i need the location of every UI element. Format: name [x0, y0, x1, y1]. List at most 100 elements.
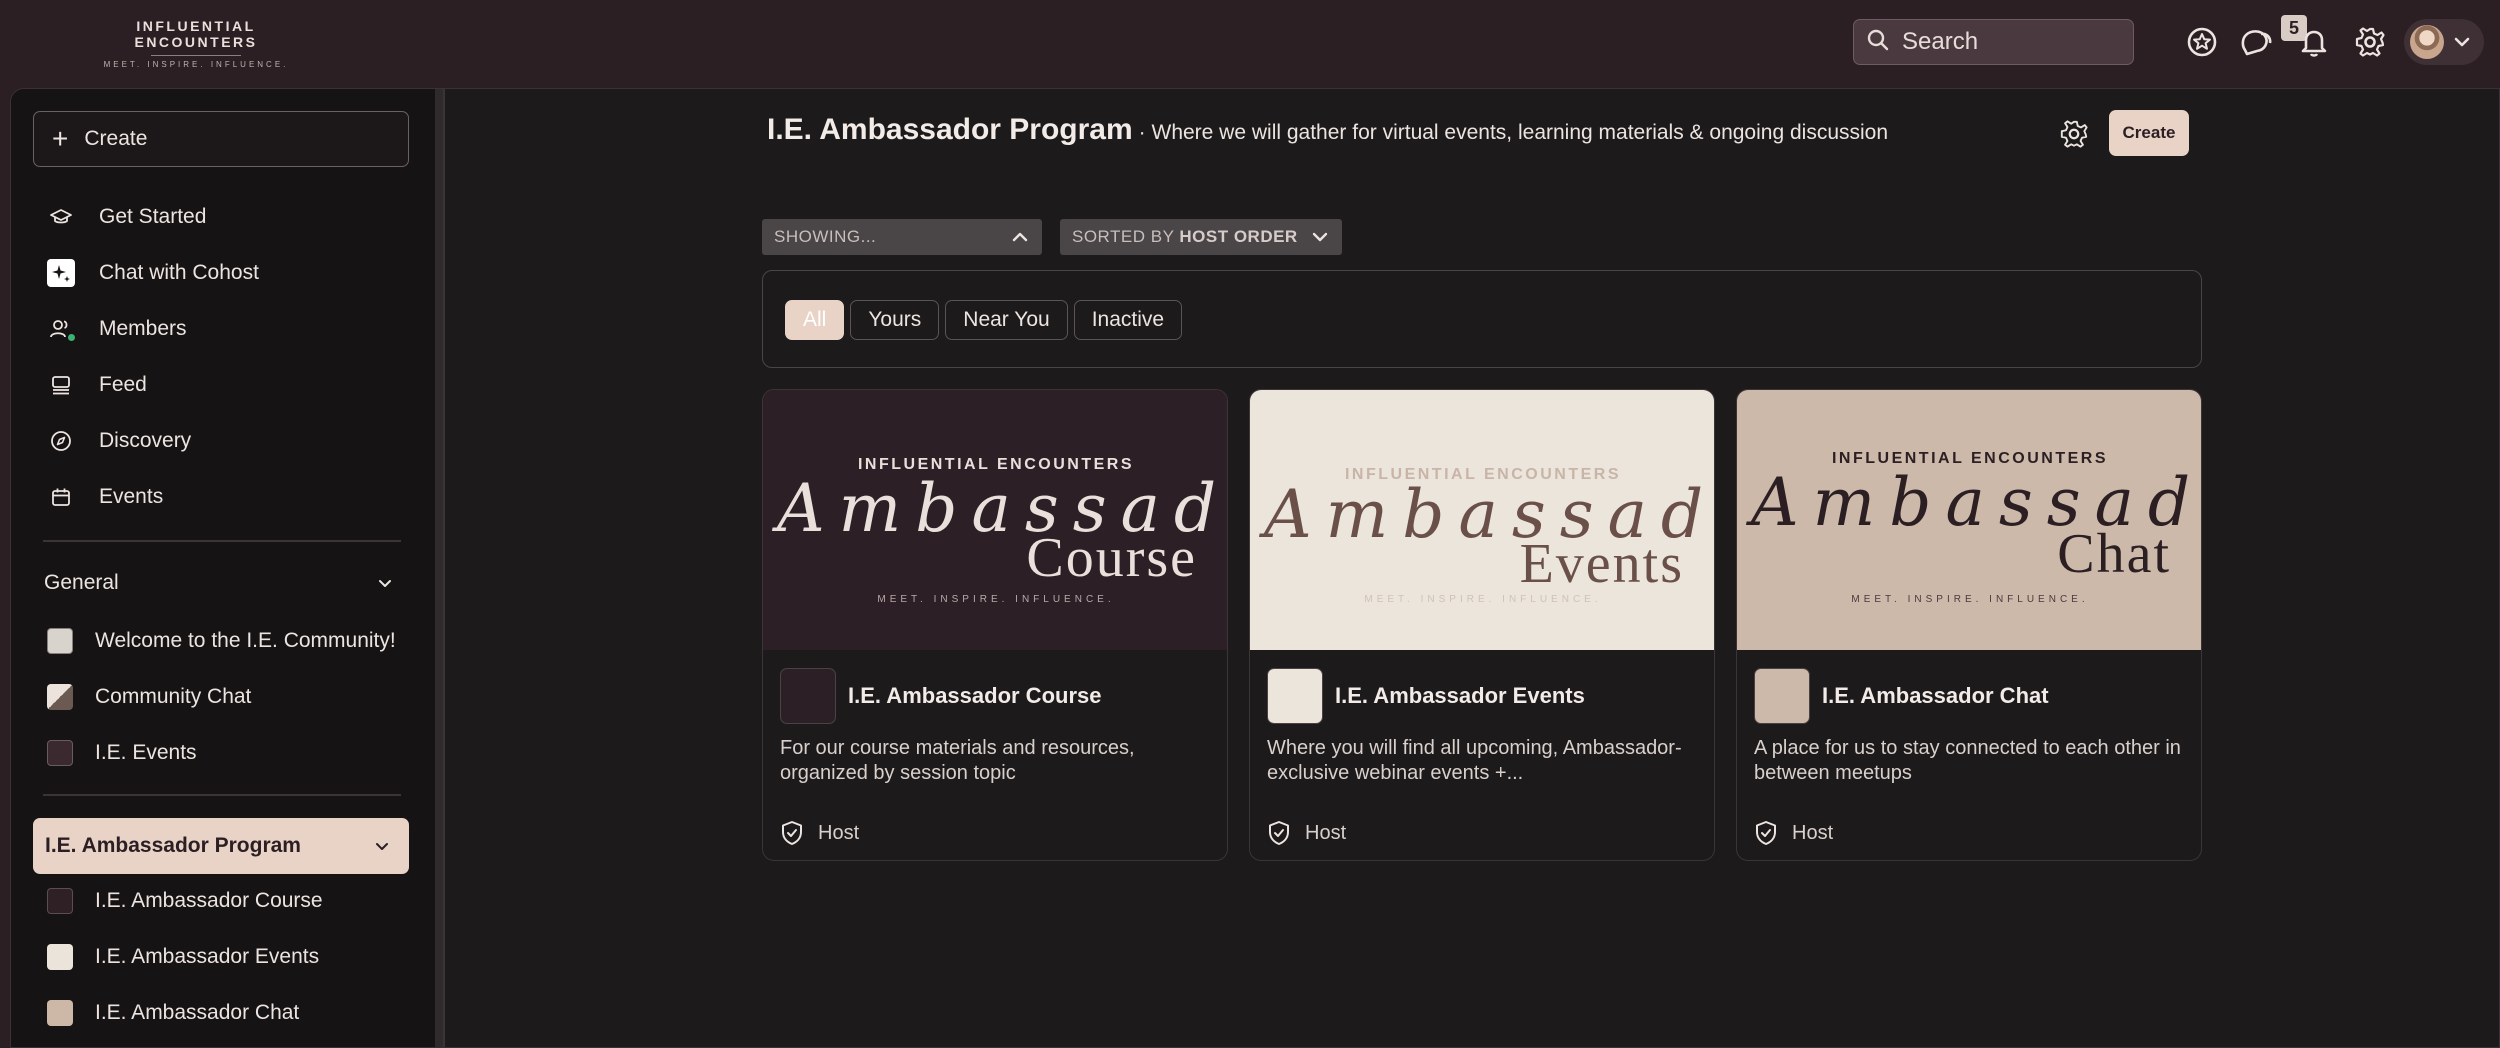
sidebar-item-label: I.E. Ambassador Chat: [95, 1001, 300, 1024]
sidebar-item-label: Welcome to the I.E. Community!: [95, 629, 396, 652]
section-toggle-general[interactable]: General: [44, 563, 402, 603]
gear-icon[interactable]: [2059, 119, 2089, 149]
create-space-button[interactable]: Create: [2109, 110, 2189, 156]
sidebar-item-label: Events: [99, 485, 164, 508]
card-info: I.E. Ambassador Chat A place for us to s…: [1754, 668, 2184, 846]
banner-word: Chat: [2057, 523, 2171, 585]
banner-word: Events: [1519, 533, 1684, 595]
space-thumbnail: [47, 1000, 73, 1026]
logo-tagline: MEET. INSPIRE. INFLUENCE.: [103, 60, 289, 69]
filter-panel: All Yours Near You Inactive: [762, 270, 2202, 368]
card-info: I.E. Ambassador Events Where you will fi…: [1267, 668, 1697, 846]
profile-menu-button[interactable]: [2404, 19, 2484, 65]
banner-tagline: MEET. INSPIRE. INFLUENCE.: [1851, 594, 2089, 605]
online-status-dot: [67, 333, 76, 342]
sidebar-item-label: I.E. Events: [95, 741, 197, 764]
search-icon: [1866, 28, 1890, 57]
section-toggle-ambassador-program[interactable]: I.E. Ambassador Program: [33, 818, 409, 874]
sparkle-icon: [47, 259, 75, 287]
bell-icon[interactable]: [2296, 24, 2332, 60]
logo-rule: [151, 55, 241, 56]
sidebar-item-ambassador-course[interactable]: I.E. Ambassador Course: [47, 879, 417, 923]
sidebar-item-chat-with-cohost[interactable]: Chat with Cohost: [47, 251, 417, 295]
banner-tagline: MEET. INSPIRE. INFLUENCE.: [1364, 594, 1602, 605]
shield-check-icon: [780, 820, 818, 846]
filter-tab-near-you[interactable]: Near You: [945, 300, 1068, 340]
card-description: A place for us to stay connected to each…: [1754, 737, 2181, 784]
sidebar-item-discovery[interactable]: Discovery: [47, 419, 417, 463]
sidebar-resize-handle[interactable]: [435, 89, 445, 1047]
card-header: I.E. Ambassador Chat: [1754, 668, 2184, 724]
space-card-ambassador-chat[interactable]: INFLUENTIAL ENCOUNTERS Ambassador Chat M…: [1736, 389, 2202, 861]
sidebar-item-welcome[interactable]: Welcome to the I.E. Community!: [47, 619, 417, 663]
chevron-down-icon: [373, 837, 391, 855]
card-header: I.E. Ambassador Events: [1267, 668, 1697, 724]
card-role-label: Host: [1305, 821, 1347, 844]
sidebar-item-ambassador-chat[interactable]: I.E. Ambassador Chat: [47, 991, 417, 1035]
space-thumbnail: [47, 628, 73, 654]
space-card-ambassador-events[interactable]: INFLUENTIAL ENCOUNTERS Ambassador Events…: [1249, 389, 1715, 861]
banner-word: Course: [1026, 527, 1197, 589]
app-shell: + Create Get Started Chat with Cohost Me…: [10, 88, 2500, 1048]
filter-tab-inactive[interactable]: Inactive: [1073, 300, 1183, 340]
card-title: I.E. Ambassador Chat: [1822, 683, 2049, 708]
graduation-cap-icon: [47, 203, 75, 231]
sidebar-item-ie-events[interactable]: I.E. Events: [47, 731, 417, 775]
sort-dropdown[interactable]: SORTED BY HOST ORDER: [1060, 219, 1342, 255]
sidebar-item-label: I.E. Ambassador Course: [95, 889, 323, 912]
sort-prefix: SORTED BY: [1072, 227, 1175, 246]
shield-check-icon: [1754, 820, 1792, 846]
sidebar-divider: [43, 540, 401, 542]
sidebar-item-label: Get Started: [99, 205, 207, 228]
sidebar-item-events[interactable]: Events: [47, 475, 417, 519]
card-description: For our course materials and resources, …: [780, 737, 1135, 784]
sidebar-item-label: Feed: [99, 373, 147, 396]
avatar: [2410, 25, 2444, 59]
sidebar-item-get-started[interactable]: Get Started: [47, 195, 417, 239]
plus-icon: +: [52, 123, 69, 154]
section-label: I.E. Ambassador Program: [45, 834, 301, 857]
card-banner: INFLUENTIAL ENCOUNTERS Ambassador Chat M…: [1737, 390, 2201, 650]
sidebar-item-label: I.E. Ambassador Events: [95, 945, 320, 968]
dropdown-label: SHOWING...: [774, 227, 877, 246]
page-header: I.E. Ambassador Program · Where we will …: [767, 113, 1888, 147]
section-label: General: [44, 571, 119, 594]
card-title: I.E. Ambassador Course: [848, 683, 1102, 708]
card-title: I.E. Ambassador Events: [1335, 683, 1585, 708]
showing-filter-dropdown[interactable]: SHOWING...: [762, 219, 1042, 255]
chat-bubbles-icon[interactable]: [2238, 24, 2274, 60]
star-badge-icon[interactable]: [2184, 24, 2220, 60]
card-role: Host: [780, 820, 1210, 846]
sidebar-item-label: Chat with Cohost: [99, 261, 259, 284]
chevron-down-icon: [376, 574, 394, 592]
space-thumbnail: [47, 740, 73, 766]
sidebar-item-community-chat[interactable]: Community Chat: [47, 675, 417, 719]
feed-icon: [47, 371, 75, 399]
sidebar-item-ambassador-events[interactable]: I.E. Ambassador Events: [47, 935, 417, 979]
card-header: I.E. Ambassador Course: [780, 668, 1210, 724]
sidebar-item-feed[interactable]: Feed: [47, 363, 417, 407]
page-title: I.E. Ambassador Program: [767, 113, 1133, 146]
logo-brand: INFLUENTIAL ENCOUNTERS: [134, 18, 258, 50]
dropdown-label: SORTED BY HOST ORDER: [1072, 227, 1298, 247]
sort-value: HOST ORDER: [1179, 227, 1298, 246]
calendar-icon: [47, 483, 75, 511]
card-thumbnail: [1754, 668, 1810, 724]
filter-tab-yours[interactable]: Yours: [850, 300, 940, 340]
sidebar-item-label: Members: [99, 317, 187, 340]
banner-tagline: MEET. INSPIRE. INFLUENCE.: [877, 594, 1115, 605]
chevron-up-icon: [1010, 227, 1030, 247]
chevron-down-icon: [1310, 227, 1330, 247]
search-placeholder: Search: [1902, 28, 1979, 55]
space-thumbnail: [47, 684, 73, 710]
create-button[interactable]: + Create: [33, 111, 409, 167]
community-logo[interactable]: INFLUENTIAL ENCOUNTERS MEET. INSPIRE. IN…: [86, 16, 306, 69]
space-card-ambassador-course[interactable]: INFLUENTIAL ENCOUNTERS Ambassador Course…: [762, 389, 1228, 861]
gear-icon[interactable]: [2352, 24, 2388, 60]
search-input[interactable]: Search: [1853, 19, 2134, 65]
filter-tab-all[interactable]: All: [785, 300, 845, 340]
sidebar-item-members[interactable]: Members: [47, 307, 417, 351]
card-banner: INFLUENTIAL ENCOUNTERS Ambassador Course…: [763, 390, 1227, 650]
main-content: I.E. Ambassador Program · Where we will …: [445, 89, 2499, 1047]
card-thumbnail: [780, 668, 836, 724]
